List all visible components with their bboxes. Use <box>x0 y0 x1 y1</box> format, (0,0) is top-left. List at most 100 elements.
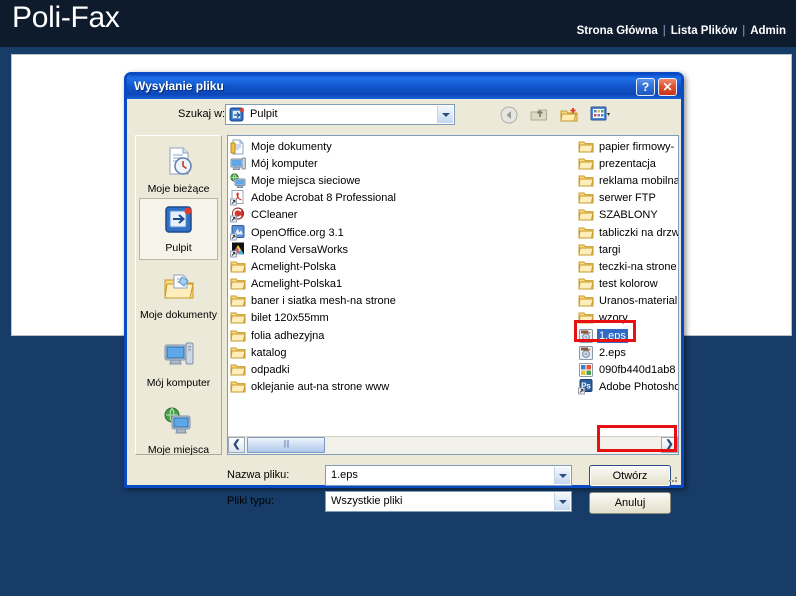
file-list-item-label: SZABLONY <box>599 209 658 222</box>
eps-file-icon <box>578 328 594 344</box>
dialog-titlebar: Wysyłanie pliku ? ✕ <box>127 75 681 99</box>
file-list-item[interactable]: wzory <box>578 310 678 327</box>
folder-icon <box>578 190 594 206</box>
file-list-item[interactable]: Moje miejsca sieciowe <box>230 172 445 189</box>
chevron-down-icon[interactable] <box>554 493 570 510</box>
file-list-item[interactable]: papier firmowy- <box>578 138 678 155</box>
file-list-item[interactable]: 1.eps <box>578 327 678 344</box>
back-icon[interactable] <box>499 105 519 125</box>
place-label: Moje miejsca <box>147 444 210 456</box>
nav-link-file-list[interactable]: Lista Plików <box>671 25 737 37</box>
file-list-item[interactable]: reklama mobilna <box>578 172 678 189</box>
place-item-my-documents[interactable]: Moje dokumenty <box>139 266 218 324</box>
dialog-title: Wysyłanie pliku <box>134 79 224 93</box>
filetype-combobox[interactable]: Wszystkie pliki <box>325 491 572 512</box>
desktop-shortcut-icon <box>229 107 245 123</box>
file-list-item[interactable]: SZABLONY <box>578 207 678 224</box>
filename-value: 1.eps <box>331 469 358 481</box>
main-navigation: Strona Główna | Lista Plików | Admin <box>577 25 786 37</box>
file-list-item[interactable]: OpenOffice.org 3.1 <box>230 224 445 241</box>
file-list-item[interactable]: Uranos-material <box>578 293 678 310</box>
file-list-item[interactable]: Mój komputer <box>230 155 445 172</box>
close-button[interactable]: ✕ <box>658 78 677 96</box>
cancel-button[interactable]: Anuluj <box>589 492 671 514</box>
up-one-level-icon[interactable] <box>529 105 549 125</box>
filetype-value: Wszystkie pliki <box>331 495 403 507</box>
folder-icon <box>230 276 246 292</box>
file-list-item-label: CCleaner <box>251 209 298 222</box>
file-list-item[interactable]: teczki-na strone <box>578 258 678 275</box>
folder-icon <box>578 259 594 275</box>
file-list-item[interactable]: bilet 120x55mm <box>230 310 445 327</box>
file-list-item[interactable]: 2.eps <box>578 344 678 361</box>
file-list-item[interactable]: tabliczki na drzw <box>578 224 678 241</box>
nav-link-home[interactable]: Strona Główna <box>577 25 658 37</box>
file-list-item-label: Acmelight-Polska1 <box>251 278 343 291</box>
file-list-item-label: Acmelight-Polska <box>251 260 336 273</box>
nav-separator-1: | <box>662 25 666 37</box>
folder-icon <box>230 310 246 326</box>
folder-icon <box>578 173 594 189</box>
file-list-item-label: tabliczki na drzw <box>599 226 678 239</box>
file-list-item[interactable]: katalog <box>230 344 445 361</box>
file-upload-dialog: Wysyłanie pliku ? ✕ Szukaj w: Pulpit Moj… <box>124 72 684 514</box>
file-column-1: Moje dokumenty Mój komputer Moje miejsca s… <box>230 138 445 396</box>
file-list-item-label: teczki-na strone <box>599 260 677 273</box>
desktop-icon <box>163 204 195 236</box>
folder-icon <box>230 259 246 275</box>
horizontal-scrollbar[interactable]: ❮ ❯ <box>228 436 678 454</box>
file-list-item[interactable]: folia adhezyjna <box>230 327 445 344</box>
file-list-item[interactable]: oklejanie aut-na strone www <box>230 379 445 396</box>
file-list-item-label: oklejanie aut-na strone www <box>251 381 390 394</box>
file-list-item-label: Adobe Acrobat 8 Professional <box>251 192 396 205</box>
nav-link-admin[interactable]: Admin <box>750 25 786 37</box>
place-item-desktop[interactable]: Pulpit <box>139 198 218 260</box>
file-list-item[interactable]: prezentacja <box>578 155 678 172</box>
file-list-item-label: Adobe Photosho <box>599 381 678 394</box>
network-places-icon <box>230 173 246 189</box>
file-list-item-label: wzory <box>599 312 628 325</box>
file-list-item-label: 1.eps <box>597 328 628 343</box>
places-bar: Moje bieżące dokumenty Pulpit <box>135 135 222 456</box>
scroll-right-icon[interactable]: ❯ <box>661 437 678 453</box>
file-list-item[interactable]: CCleaner <box>230 207 445 224</box>
filename-label: Nazwa pliku: <box>227 469 290 481</box>
file-list-item-label: baner i siatka mesh-na strone <box>251 295 396 308</box>
filename-combobox[interactable]: 1.eps <box>325 465 572 486</box>
file-list-item[interactable]: Adobe Acrobat 8 Professional <box>230 190 445 207</box>
place-item-recent-documents[interactable]: Moje bieżące dokumenty <box>139 140 218 213</box>
file-list-item[interactable]: targi <box>578 241 678 258</box>
file-list-item[interactable]: baner i siatka mesh-na strone <box>230 293 445 310</box>
file-list-item[interactable]: Moje dokumenty <box>230 138 445 155</box>
file-list-item[interactable]: Acmelight-Polska <box>230 258 445 275</box>
nav-separator-2: | <box>742 25 746 37</box>
help-button[interactable]: ? <box>636 78 655 96</box>
open-button[interactable]: Otwórz <box>589 465 671 487</box>
folder-icon <box>578 225 594 241</box>
folder-icon <box>578 293 594 309</box>
file-list-item[interactable]: Roland VersaWorks <box>230 241 445 258</box>
new-folder-icon[interactable] <box>559 105 579 125</box>
file-list-item[interactable]: serwer FTP <box>578 190 678 207</box>
chevron-down-icon[interactable] <box>437 106 453 123</box>
file-list-item[interactable]: Ps Adobe Photosho <box>578 379 678 396</box>
my-documents-icon <box>230 139 246 155</box>
chevron-down-icon[interactable] <box>554 467 570 484</box>
views-icon[interactable] <box>590 105 610 125</box>
file-list-item[interactable]: test kolorow <box>578 276 678 293</box>
photoshop-shortcut-icon: Ps <box>578 379 594 395</box>
file-list-item-label: serwer FTP <box>599 192 656 205</box>
resize-grip[interactable] <box>667 471 679 483</box>
scrollbar-thumb[interactable] <box>247 437 325 453</box>
place-item-network-places[interactable]: Moje miejsca <box>139 401 218 459</box>
file-list-item-label: Moje dokumenty <box>251 140 332 153</box>
place-item-my-computer[interactable]: Mój komputer <box>139 334 218 392</box>
lookin-combobox[interactable]: Pulpit <box>225 104 455 125</box>
file-list-item[interactable]: odpadki <box>230 361 445 378</box>
scroll-left-icon[interactable]: ❮ <box>228 437 245 453</box>
file-list-item[interactable]: Acmelight-Polska1 <box>230 276 445 293</box>
file-list-item[interactable]: 090fb440d1ab8 <box>578 361 678 378</box>
file-list-item-label: Mój komputer <box>251 157 318 170</box>
file-list-item-label: folia adhezyjna <box>251 329 325 342</box>
file-list[interactable]: Moje dokumenty Mój komputer Moje miejsca s… <box>227 135 679 455</box>
